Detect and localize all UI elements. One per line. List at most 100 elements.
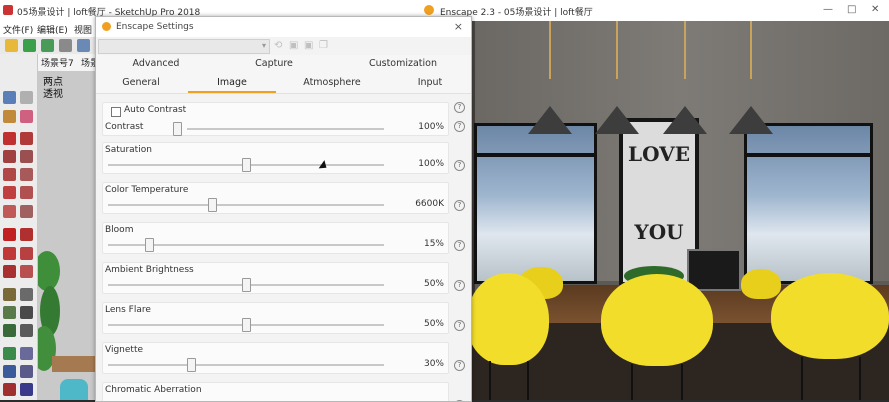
zoom-extents-icon[interactable] (3, 383, 16, 396)
help-icon[interactable]: ? (454, 200, 465, 211)
tab-input[interactable]: Input (392, 77, 468, 88)
pie-icon[interactable] (3, 205, 16, 218)
enscape-render-viewport[interactable]: LOVE YOU (419, 21, 889, 400)
scene-tab-7[interactable]: 场景号7 (41, 56, 74, 69)
slider-thumb[interactable] (242, 318, 251, 332)
help-icon[interactable]: ? (454, 160, 465, 171)
menu-edit[interactable]: 编辑(E) (37, 23, 68, 36)
circle-icon[interactable] (3, 168, 16, 181)
text-icon[interactable] (20, 306, 33, 319)
help-icon[interactable]: ? (454, 102, 465, 113)
minimize-icon[interactable]: — (823, 4, 833, 15)
eraser-icon[interactable] (20, 110, 33, 123)
protractor-icon[interactable] (3, 306, 16, 319)
component-icon[interactable] (20, 91, 33, 104)
save-icon[interactable]: ▣ (289, 40, 299, 51)
table-model (52, 356, 96, 372)
slider-track[interactable] (108, 204, 384, 206)
chair-leg (631, 364, 633, 400)
slider-thumb[interactable] (242, 158, 251, 172)
auto-contrast-label: Auto Contrast (124, 105, 187, 115)
help-icon[interactable]: ? (454, 320, 465, 331)
slider-value: 30% (423, 359, 444, 369)
help-icon[interactable]: ? (454, 240, 465, 251)
dimension-icon[interactable] (20, 288, 33, 301)
tab-customization[interactable]: Customization (358, 58, 448, 69)
chair-back-right (741, 269, 781, 299)
rotated-rect-icon[interactable] (20, 150, 33, 163)
slider-thumb[interactable] (173, 122, 182, 136)
pendant-cord-3 (684, 21, 686, 79)
offset-icon[interactable] (20, 265, 33, 278)
preset-dropdown[interactable]: ▾ (98, 39, 270, 54)
orbit-icon[interactable] (3, 347, 16, 360)
tape-measure-icon[interactable] (3, 288, 16, 301)
refresh-icon[interactable] (23, 39, 36, 52)
scale-icon[interactable] (3, 265, 16, 278)
previous-view-icon[interactable] (20, 383, 33, 396)
3d-text-icon[interactable] (20, 324, 33, 337)
arc3-icon[interactable] (20, 205, 33, 218)
menu-view[interactable]: 视图 (74, 23, 92, 36)
pendant-lamp-2 (595, 106, 639, 134)
close-icon[interactable]: ✕ (871, 4, 879, 15)
warehouse-icon[interactable] (5, 39, 18, 52)
load-preset-icon[interactable]: ⟲ (274, 40, 284, 51)
follow-me-icon[interactable] (20, 247, 33, 260)
chair-front-right (771, 273, 889, 359)
tab-general[interactable]: General (104, 77, 178, 88)
tab-atmosphere[interactable]: Atmosphere (292, 77, 372, 88)
line-icon[interactable] (3, 132, 16, 145)
paint-icon[interactable] (3, 110, 16, 123)
close-icon[interactable]: × (454, 20, 463, 33)
pan-icon[interactable] (20, 347, 33, 360)
poster-text-bottom: YOU (634, 220, 684, 244)
auto-contrast-checkbox[interactable] (111, 107, 121, 117)
help-icon[interactable]: ? (454, 280, 465, 291)
rotate-icon[interactable] (3, 247, 16, 260)
camera-icon[interactable] (59, 39, 72, 52)
slider-thumb[interactable] (207, 198, 217, 212)
render-icon[interactable] (77, 39, 90, 52)
zoom-window-icon[interactable] (20, 365, 33, 378)
bloom-card: Bloom 15% (102, 222, 449, 254)
zoom-icon[interactable] (3, 365, 16, 378)
help-icon[interactable]: ? (454, 400, 465, 401)
chair-leg (801, 357, 803, 400)
copy-icon[interactable]: ❐ (319, 40, 329, 51)
lens-flare-card: Lens Flare 50% (102, 302, 449, 334)
perspective-label-line2: 透视 (43, 89, 63, 100)
ambient-brightness-card: Ambient Brightness 50% (102, 262, 449, 294)
maximize-icon[interactable]: □ (847, 4, 856, 15)
tab-advanced[interactable]: Advanced (118, 58, 194, 69)
pendant-lamp-4 (729, 106, 773, 134)
arc2-icon[interactable] (20, 186, 33, 199)
save-as-icon[interactable]: ▣ (304, 40, 314, 51)
left-window-mullion (474, 153, 597, 157)
sketchup-viewport[interactable]: 两点 透视 (38, 71, 96, 400)
chair-leg (527, 361, 529, 400)
help-icon[interactable]: ? (454, 360, 465, 371)
axes-icon[interactable] (3, 324, 16, 337)
freehand-icon[interactable] (20, 132, 33, 145)
polygon-icon[interactable] (20, 168, 33, 181)
tab-capture[interactable]: Capture (234, 58, 314, 69)
sync-icon[interactable] (41, 39, 54, 52)
rectangle-icon[interactable] (3, 150, 16, 163)
push-pull-icon[interactable] (20, 228, 33, 241)
move-icon[interactable] (3, 228, 16, 241)
dialog-title-bar[interactable]: Enscape Settings × (96, 17, 471, 37)
slider-label: Saturation (105, 145, 152, 155)
menu-file[interactable]: 文件(F) (3, 23, 33, 36)
slider-thumb[interactable] (242, 278, 251, 292)
chromatic-aberration-card: Chromatic Aberration (102, 382, 449, 401)
tab-image[interactable]: Image (194, 77, 270, 88)
slider-track[interactable] (108, 364, 384, 366)
arc-icon[interactable] (3, 186, 16, 199)
slider-thumb[interactable] (145, 238, 155, 252)
select-icon[interactable] (3, 91, 16, 104)
slider-track[interactable] (187, 128, 384, 130)
saturation-card: Saturation 100% (102, 142, 449, 174)
help-icon[interactable]: ? (454, 121, 465, 132)
slider-thumb[interactable] (186, 358, 196, 372)
